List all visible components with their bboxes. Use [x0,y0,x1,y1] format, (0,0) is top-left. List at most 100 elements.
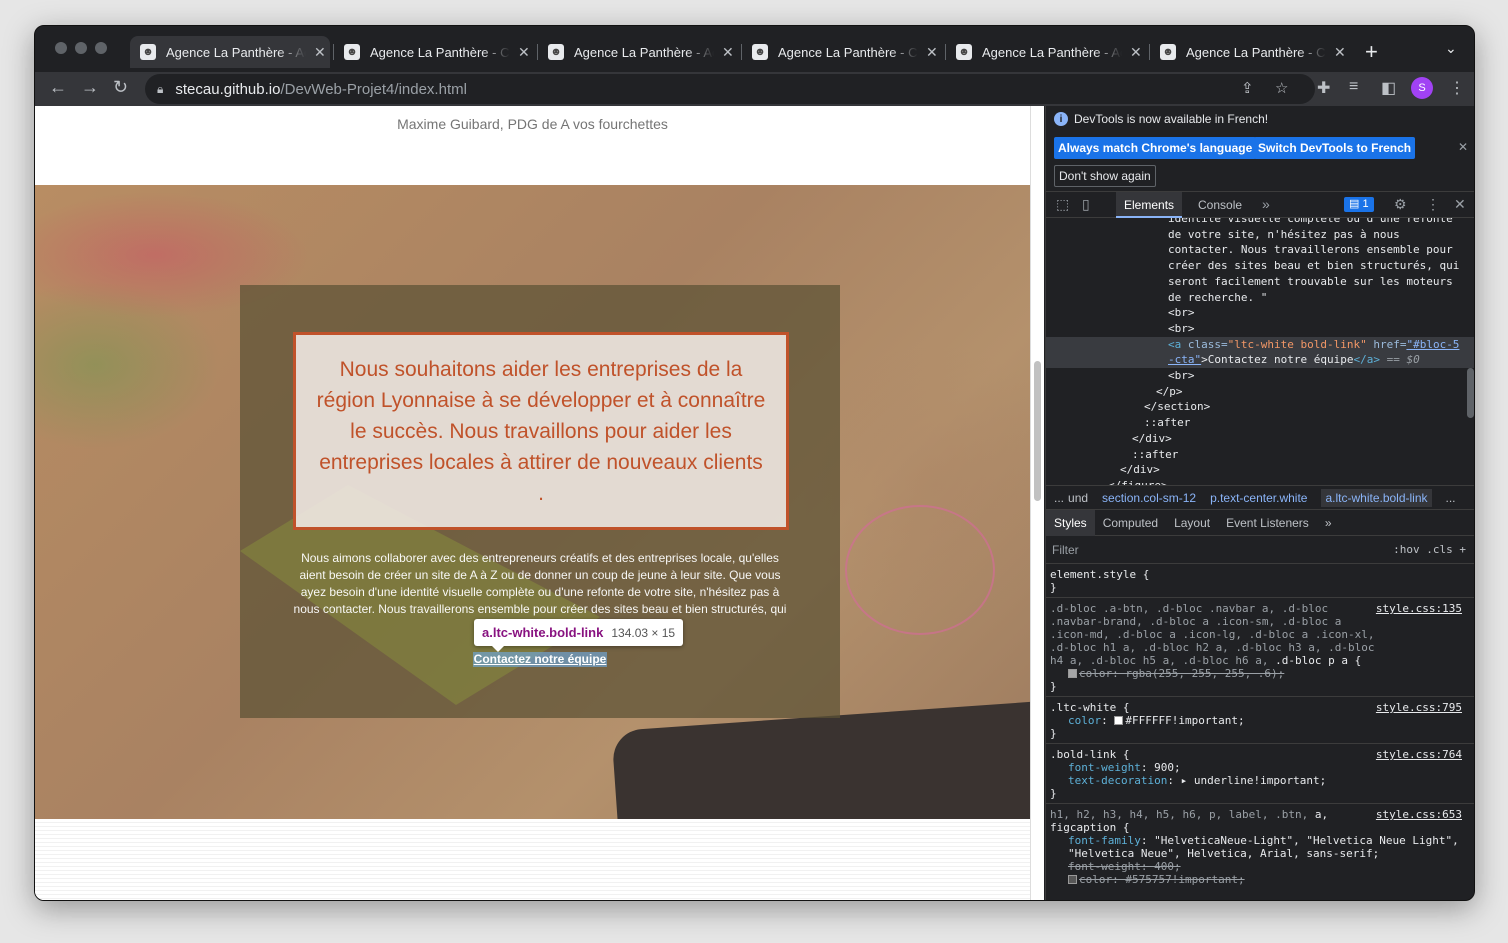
breadcrumb-item[interactable]: p.text-center.white [1210,491,1307,505]
dom-attr-href-value-cont[interactable]: -cta" [1168,353,1201,366]
color-swatch[interactable] [1068,875,1077,884]
rule-declaration[interactable]: font-family: "HelveticaNeue-Light", "Hel… [1050,834,1472,860]
breadcrumb-item[interactable]: und [1068,491,1088,505]
color-swatch[interactable] [1068,669,1077,678]
rule-declaration[interactable]: font-weight: 900; [1050,761,1472,774]
share-icon[interactable]: ⇪ [1241,79,1254,97]
extensions-icon[interactable]: ✚ [1317,78,1330,98]
devtools-menu-icon[interactable]: ⋮ [1426,196,1440,213]
close-window-button[interactable] [55,42,67,54]
styles-toolbar-actions[interactable]: :hov .cls + [1393,543,1466,556]
close-devtools-icon[interactable]: ✕ [1454,196,1466,213]
tab-console[interactable]: Console [1190,192,1250,218]
dom-tree: identite visuelle complete ou d'une refo… [1046,218,1474,486]
rule-ltc-white[interactable]: style.css:795 .ltc-white { color: #FFFFF… [1046,697,1474,744]
tab-search-chevron-icon[interactable]: ⌄ [1445,40,1457,57]
tab-4[interactable]: ☻ Agence La Panthère - Co ✕ [742,36,942,68]
dom-attr-href-value[interactable]: "#bloc-5 [1406,338,1459,351]
rule-source-link[interactable]: style.css:764 [1376,748,1462,761]
rule-headings[interactable]: style.css:653 h1, h2, h3, h4, h5, h6, p,… [1046,804,1474,889]
tab-event-listeners[interactable]: Event Listeners [1218,516,1317,530]
dom-tree-scrollbar[interactable] [1467,368,1474,418]
dom-after[interactable]: ::after [1046,415,1474,431]
address-bar[interactable]: 🔒︎ stecau.github.io/DevWeb-Projet4/index… [145,74,1315,104]
dom-text-line[interactable]: de recherche. " [1046,290,1474,306]
close-tab-icon[interactable]: ✕ [1130,44,1142,61]
styles-filter-input[interactable]: Filter [1052,543,1079,557]
bookmark-star-icon[interactable]: ☆ [1275,79,1288,97]
dom-selected-anchor-cont[interactable]: -cta">Contactez notre équipe</a> == $0 [1046,352,1474,369]
dom-text-line[interactable]: contacter. Nous travaillerons ensemble p… [1046,242,1474,258]
close-tab-icon[interactable]: ✕ [926,44,938,61]
dom-after[interactable]: ::after [1046,447,1474,463]
switch-french-button[interactable]: Switch DevTools to French [1254,137,1416,159]
tab-title: Agence La Panthère - Co [370,44,510,60]
contact-team-link[interactable]: Contactez notre équipe [473,652,607,667]
dom-text-line[interactable]: seront facilement trouvable sur les mote… [1046,274,1474,290]
tab-5[interactable]: ☻ Agence La Panthère - Ac ✕ [946,36,1146,68]
color-swatch[interactable] [1114,716,1124,725]
rule-source-link[interactable]: style.css:795 [1376,701,1462,714]
device-toolbar-icon[interactable]: ▯ [1082,196,1090,213]
tab-computed[interactable]: Computed [1095,516,1166,530]
rule-declaration-overridden[interactable]: color: rgba(255, 255, 255, .6); [1050,667,1472,680]
breadcrumb-overflow[interactable]: ... [1446,491,1456,505]
tab-1[interactable]: ☻ Agence La Panthère - Ac ✕ [130,36,330,68]
close-tab-icon[interactable]: ✕ [518,44,530,61]
reading-list-icon[interactable]: ≡ [1349,78,1358,96]
close-tab-icon[interactable]: ✕ [1334,44,1346,61]
side-panel-icon[interactable]: ◧ [1381,78,1396,98]
dom-p-close[interactable]: </p> [1046,384,1474,400]
more-menu-icon[interactable]: ⋮ [1449,78,1465,98]
dom-div-close[interactable]: </div> [1046,462,1474,478]
page-scrollbar-thumb[interactable] [1034,361,1041,501]
more-tabs-icon[interactable]: » [1262,196,1270,212]
dom-br[interactable]: <br> [1046,305,1474,321]
dom-text-line[interactable]: de votre site, n'hésitez pas à nous [1046,227,1474,243]
tab-6[interactable]: ☻ Agence La Panthère - Co ✕ [1150,36,1350,68]
tab-elements[interactable]: Elements [1116,192,1183,218]
rule-source-link[interactable]: style.css:653 [1376,808,1462,821]
rule-dbloc[interactable]: style.css:135 .d-bloc .a-btn, .d-bloc .n… [1046,598,1474,697]
settings-gear-icon[interactable]: ⚙ [1394,196,1407,213]
close-tab-icon[interactable]: ✕ [314,44,326,61]
dom-br[interactable]: <br> [1046,321,1474,337]
new-tab-icon[interactable]: + [1365,39,1378,65]
breadcrumb-item[interactable]: section.col-sm-12 [1102,491,1196,505]
tab-2[interactable]: ☻ Agence La Panthère - Co ✕ [334,36,534,68]
reload-icon[interactable]: ↻ [113,77,128,98]
zoom-window-button[interactable] [95,42,107,54]
inspect-element-icon[interactable]: ⬚ [1056,196,1069,213]
dom-section-close[interactable]: </section> [1046,399,1474,415]
tab-3[interactable]: ☻ Agence La Panthère - Ac ✕ [538,36,738,68]
rule-declaration[interactable]: color: #FFFFFF!important; [1050,714,1472,727]
rule-declaration-overridden[interactable]: font-weight: 400; [1050,860,1472,873]
dom-text-line[interactable]: identite visuelle complete ou d'une refo… [1046,218,1474,227]
back-arrow-icon[interactable]: ← [49,77,67,98]
dont-show-again-button[interactable]: Don't show again [1054,165,1156,187]
rule-element-style[interactable]: element.style { } [1046,564,1474,598]
dom-figure-close[interactable]: </figure> [1046,478,1474,485]
close-infobar-icon[interactable]: ✕ [1458,140,1468,154]
rule-bold-link[interactable]: style.css:764 .bold-link { font-weight: … [1046,744,1474,804]
dom-br[interactable]: <br> [1046,368,1474,384]
site-favicon-icon: ☻ [752,44,768,60]
page-scrollbar[interactable] [1030,106,1044,900]
profile-avatar[interactable]: S [1411,77,1433,99]
tab-layout[interactable]: Layout [1166,516,1218,530]
rule-declaration-overridden[interactable]: color: #575757!important; [1050,873,1472,886]
issues-badge[interactable]: ▤ 1 [1344,197,1374,212]
dom-selected-anchor[interactable]: <a class="ltc-white bold-link" href="#bl… [1046,336,1474,353]
forward-arrow-icon[interactable]: → [81,77,99,98]
dom-text-line[interactable]: créer des sites beau et bien structurés,… [1046,258,1474,274]
match-language-button[interactable]: Always match Chrome's language [1054,137,1257,159]
more-sidebar-tabs-icon[interactable]: » [1317,516,1340,530]
rule-declaration[interactable]: text-decoration: ▸ underline!important; [1050,774,1472,787]
tab-styles[interactable]: Styles [1046,509,1095,536]
breadcrumb-overflow[interactable]: ... [1054,491,1064,505]
close-tab-icon[interactable]: ✕ [722,44,734,61]
dom-div-close[interactable]: </div> [1046,431,1474,447]
rule-source-link[interactable]: style.css:135 [1376,602,1462,615]
breadcrumb-current[interactable]: a.ltc-white.bold-link [1321,488,1432,507]
minimize-window-button[interactable] [75,42,87,54]
